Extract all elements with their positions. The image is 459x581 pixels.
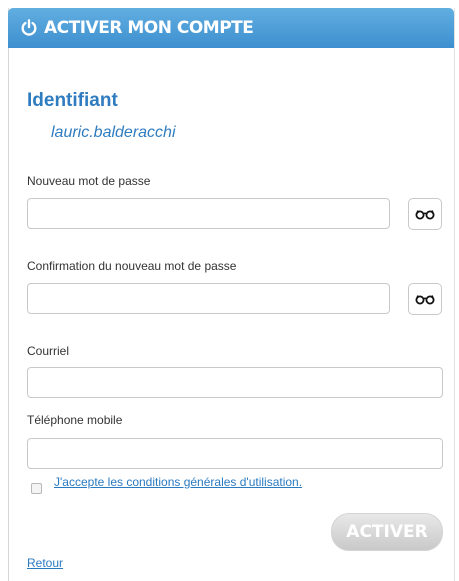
glasses-icon [415, 210, 435, 220]
mobile-field[interactable] [27, 438, 443, 469]
email-field[interactable] [27, 367, 443, 398]
identifier-value: lauric.balderacchi [51, 124, 176, 141]
panel-header: ACTIVER MON COMPTE [8, 8, 454, 48]
terms-checkbox[interactable] [31, 483, 42, 494]
power-icon [21, 19, 37, 36]
activate-button[interactable]: ACTIVER [331, 513, 443, 551]
confirm-password-label: Confirmation du nouveau mot de passe [27, 259, 237, 273]
back-link[interactable]: Retour [27, 556, 63, 570]
email-label: Courriel [27, 344, 70, 358]
confirm-password-input[interactable] [27, 283, 390, 314]
mobile-label: Téléphone mobile [27, 413, 123, 427]
terms-link[interactable]: J'accepte les conditions générales d'uti… [54, 475, 302, 489]
glasses-icon [415, 295, 435, 305]
identifier-heading: Identifiant [27, 90, 118, 111]
new-password-input[interactable] [27, 198, 390, 229]
panel-title: ACTIVER MON COMPTE [44, 18, 254, 38]
show-new-password-button[interactable] [408, 198, 442, 230]
new-password-label: Nouveau mot de passe [27, 174, 151, 188]
show-confirm-password-button[interactable] [408, 283, 442, 315]
